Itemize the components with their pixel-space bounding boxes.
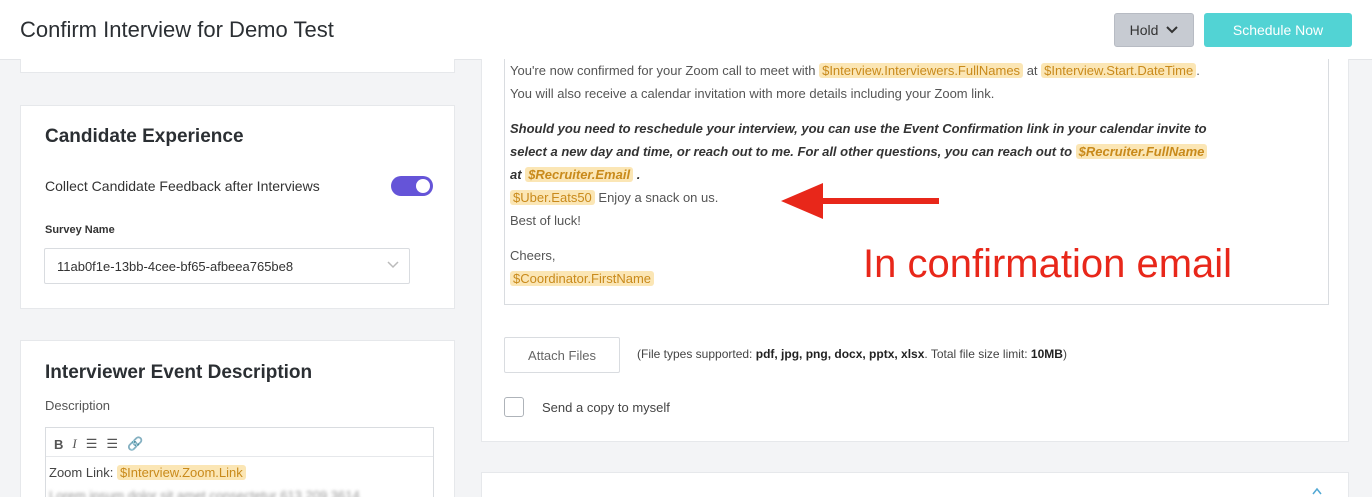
file-size-limit: 10MB bbox=[1030, 347, 1063, 361]
email-line-2: You will also receive a calendar invitat… bbox=[510, 86, 995, 101]
email-text: . bbox=[636, 167, 641, 182]
toggle-knob bbox=[416, 179, 430, 193]
candidate-experience-card: Candidate Experience Collect Candidate F… bbox=[20, 105, 455, 309]
email-text: at bbox=[1026, 63, 1038, 78]
file-types-list: pdf, jpg, png, docx, pptx, xlsx bbox=[755, 347, 925, 361]
blurred-description-text: Lorem ipsum dolor sit amet consectetur 6… bbox=[49, 488, 360, 497]
annotation-text: In confirmation email bbox=[863, 242, 1233, 286]
file-info-text: ) bbox=[1062, 347, 1067, 361]
interviewer-event-card: Interviewer Event Description Descriptio… bbox=[20, 340, 455, 497]
email-text: at bbox=[510, 167, 522, 182]
attach-files-button[interactable]: Attach Files bbox=[504, 337, 620, 373]
email-text: You're now confirmed for your Zoom call … bbox=[510, 63, 816, 78]
hold-dropdown-button[interactable]: Hold bbox=[1114, 13, 1194, 47]
page-title: Confirm Interview for Demo Test bbox=[20, 17, 334, 42]
zoom-link-token: $Interview.Zoom.Link bbox=[116, 465, 246, 480]
editor-toolbar: B I ☰ ☰ 🔗 bbox=[54, 435, 143, 453]
red-arrow-annotation bbox=[781, 183, 939, 219]
feedback-toggle[interactable] bbox=[391, 176, 433, 196]
survey-name-label: Survey Name bbox=[45, 224, 115, 236]
email-bold-line-1: Should you need to reschedule your inter… bbox=[510, 121, 1207, 136]
interviewer-event-title: Interviewer Event Description bbox=[45, 362, 313, 383]
editor-divider bbox=[46, 456, 433, 457]
bullet-list-icon[interactable]: ☰ bbox=[86, 436, 98, 452]
uber-eats-token: $Uber.Eats50 bbox=[510, 190, 595, 205]
page-header: Confirm Interview for Demo Test Hold Sch… bbox=[0, 0, 1372, 60]
datetime-token: $Interview.Start.DateTime bbox=[1041, 63, 1197, 78]
email-line-1: You're now confirmed for your Zoom call … bbox=[510, 59, 1325, 82]
email-panel: You're now confirmed for your Zoom call … bbox=[481, 59, 1349, 442]
survey-name-value: 11ab0f1e-13bb-4cee-bf65-afbeea765be8 bbox=[57, 259, 294, 274]
chevron-up-icon[interactable] bbox=[1312, 487, 1322, 495]
send-copy-label[interactable]: Send a copy to myself bbox=[542, 400, 670, 415]
send-copy-checkbox[interactable] bbox=[504, 397, 524, 417]
email-text: select a new day and time, or reach out … bbox=[510, 144, 1073, 159]
coordinator-token: $Coordinator.FirstName bbox=[510, 271, 654, 286]
schedule-now-button[interactable]: Schedule Now bbox=[1204, 13, 1352, 47]
email-text: Enjoy a snack on us. bbox=[598, 190, 719, 205]
confirmation-email-editor[interactable]: You're now confirmed for your Zoom call … bbox=[504, 59, 1329, 305]
hold-label: Hold bbox=[1129, 22, 1159, 38]
zoom-link-row: Zoom Link: $Interview.Zoom.Link bbox=[49, 465, 246, 480]
recruiter-email-token: $Recruiter.Email bbox=[525, 167, 634, 182]
recruiter-name-token: $Recruiter.FullName bbox=[1075, 144, 1208, 159]
chevron-down-icon bbox=[1166, 26, 1179, 34]
numbered-list-icon[interactable]: ☰ bbox=[106, 436, 118, 452]
candidate-experience-title: Candidate Experience bbox=[45, 126, 244, 147]
description-editor[interactable]: B I ☰ ☰ 🔗 Zoom Link: $Interview.Zoom.Lin… bbox=[45, 427, 434, 497]
next-section-card bbox=[481, 472, 1349, 497]
feedback-toggle-label: Collect Candidate Feedback after Intervi… bbox=[45, 178, 320, 194]
email-text: . bbox=[1196, 63, 1200, 78]
file-info-text: (File types supported: bbox=[637, 347, 753, 361]
italic-icon[interactable]: I bbox=[72, 436, 76, 452]
link-icon[interactable]: 🔗 bbox=[127, 436, 143, 452]
file-info-text: . Total file size limit: bbox=[924, 347, 1028, 361]
description-label: Description bbox=[45, 398, 111, 413]
bold-icon[interactable]: B bbox=[54, 437, 63, 452]
survey-name-select[interactable]: 11ab0f1e-13bb-4cee-bf65-afbeea765be8 bbox=[44, 248, 410, 284]
file-types-info: (File types supported: pdf, jpg, png, do… bbox=[637, 347, 1067, 361]
interviewers-token: $Interview.Interviewers.FullNames bbox=[819, 63, 1024, 78]
email-bold-line-2: select a new day and time, or reach out … bbox=[510, 140, 1325, 163]
chevron-down-icon bbox=[387, 261, 399, 269]
previous-section-card bbox=[20, 59, 455, 73]
zoom-link-prefix: Zoom Link: bbox=[49, 465, 114, 480]
